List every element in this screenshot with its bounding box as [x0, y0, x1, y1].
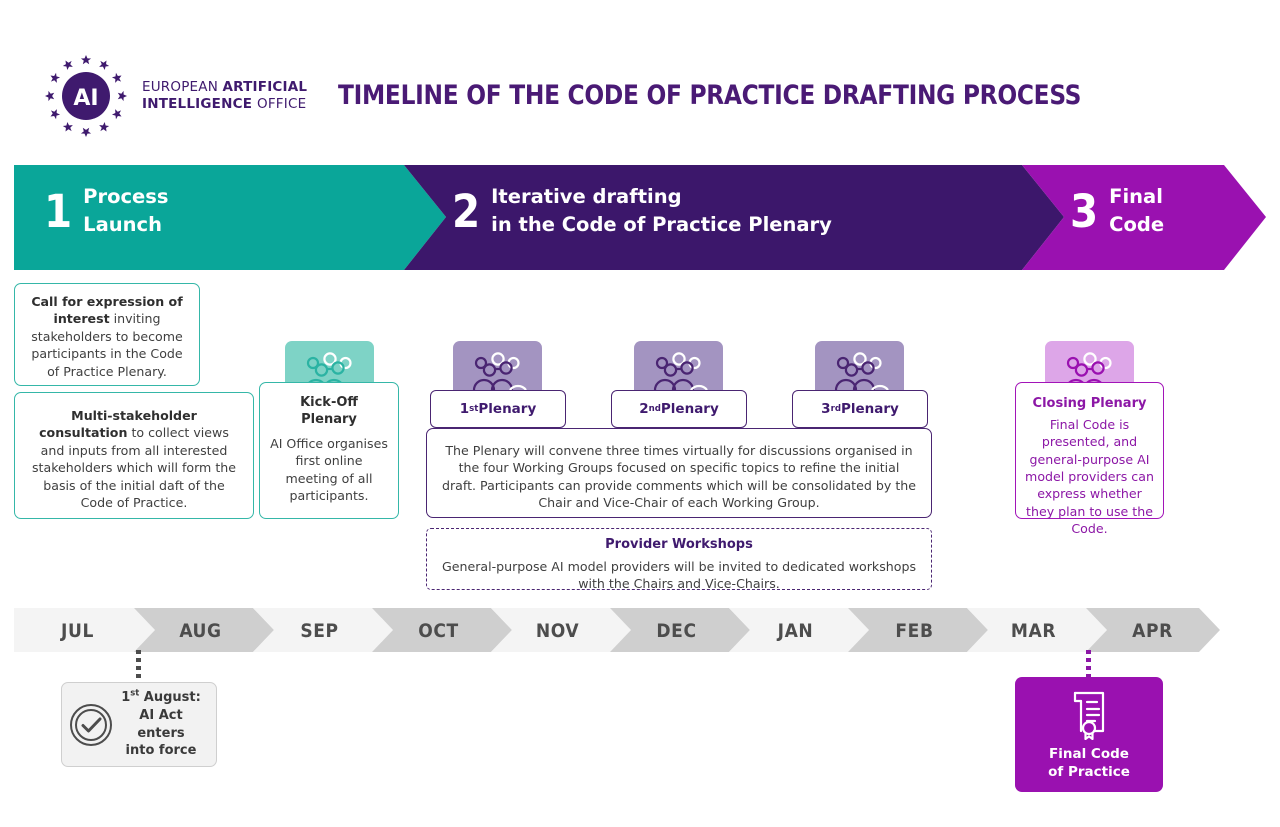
final-code-line2: of Practice [1048, 763, 1130, 780]
card-closing-plenary: Closing Plenary Final Code is presented,… [1015, 382, 1164, 536]
aiact-date-month: August: [139, 690, 201, 706]
svg-text:AI: AI [73, 86, 98, 111]
phase-3-line1: Final [1109, 185, 1163, 208]
connector-aug-dashed [136, 650, 141, 682]
phase-1-label: 1 Process Launch [44, 183, 168, 240]
logo-line1-regular: EUROPEAN [142, 78, 223, 95]
aiact-line3: into force [125, 743, 197, 759]
card-plenary-description: The Plenary will convene three times vir… [426, 428, 932, 518]
header-logo: AI EUROPEAN ARTIFICIAL INTELLIGENCE OFFI… [42, 50, 307, 142]
plenary-1-ordinal: 1 [459, 401, 470, 417]
month-label-jul: JUL [61, 620, 94, 642]
aiact-date-num: 1 [121, 690, 131, 706]
phase-3-number: 3 [1070, 184, 1099, 238]
final-code-line1: Final Code [1049, 745, 1129, 762]
card-kickoff-plenary: Kick-Off Plenary AI Office organises fir… [259, 382, 399, 519]
phase-1-line2: Launch [83, 213, 162, 237]
logo-wordmark: EUROPEAN ARTIFICIAL INTELLIGENCE OFFICE [142, 79, 307, 114]
phase-2-label: 2 Iterative drafting in the Code of Prac… [452, 183, 832, 240]
month-label-oct: OCT [418, 620, 459, 642]
phase-1-line1: Process [83, 185, 169, 208]
workshops-body: General-purpose AI model providers will … [441, 558, 917, 592]
card-kickoff-body: AI Office organises first online meeting… [270, 435, 388, 503]
plenary-2-ordinal: 2 [639, 401, 649, 417]
plenary-1-label: Plenary [478, 401, 537, 417]
card-closing-title: Closing Plenary [1032, 396, 1147, 411]
month-label-apr: APR [1132, 620, 1173, 642]
plenary-3-label: Plenary [840, 401, 899, 417]
group-of-people-icon [834, 352, 889, 390]
phase-1-number: 1 [44, 184, 73, 238]
phase-2-number: 2 [452, 184, 481, 238]
certificate-seal-icon [1073, 691, 1105, 740]
card-provider-workshops: Provider Workshops General-purpose AI mo… [426, 528, 932, 592]
eu-ai-office-stars-logo: AI [42, 52, 130, 140]
plenary-2-label: Plenary [660, 401, 719, 417]
aiact-line2: AI Act enters [137, 707, 185, 741]
check-circle-icon [70, 703, 112, 746]
workshops-title: Provider Workshops [605, 537, 753, 552]
callout-final-code-of-practice: Final Code of Practice [1015, 677, 1163, 792]
card-kickoff-title-line2: Plenary [301, 411, 357, 427]
logo-line2-regular: OFFICE [257, 96, 307, 112]
phase-2-line1: Iterative drafting [491, 185, 682, 208]
phase-2-line2: in the Code of Practice Plenary [491, 213, 832, 237]
logo-line2-bold: INTELLIGENCE [142, 96, 258, 112]
month-label-aug: AUG [179, 620, 222, 642]
card-closing-body: Final Code is presented, and general-pur… [1025, 416, 1154, 537]
group-of-people-icon [472, 352, 527, 390]
phase-3-label: 3 Final Code [1070, 183, 1164, 240]
aiact-date-suffix: st [130, 688, 140, 699]
month-label-jan: JAN [777, 620, 814, 642]
plenary-3-ordinal: 3 [821, 401, 831, 417]
month-label-dec: DEC [656, 620, 697, 642]
phase-3-line2: Code [1109, 213, 1165, 237]
month-label-nov: NOV [535, 620, 580, 642]
card-multi-stakeholder-consultation: Multi-stakeholder consultation to collec… [14, 392, 254, 519]
month-label-sep: SEP [300, 620, 339, 642]
plenary-2-box: 2nd Plenary [611, 390, 747, 428]
month-label-feb: FEB [895, 620, 934, 642]
card-kickoff-title-line1: Kick-Off [300, 395, 358, 410]
plenary-1-box: 1st Plenary [430, 390, 566, 428]
page-title: TIMELINE OF THE CODE OF PRACTICE DRAFTIN… [338, 80, 1082, 111]
plenary-3-box: 3rd Plenary [792, 390, 928, 428]
card-call-for-expression-of-interest: Call for expression of interest inviting… [14, 283, 200, 386]
callout-ai-act-enters-into-force: 1st August: AI Act enters into force [61, 682, 217, 767]
month-label-mar: MAR [1010, 620, 1057, 642]
logo-line1-bold: ARTIFICIAL [222, 78, 308, 95]
group-of-people-icon [653, 352, 708, 390]
